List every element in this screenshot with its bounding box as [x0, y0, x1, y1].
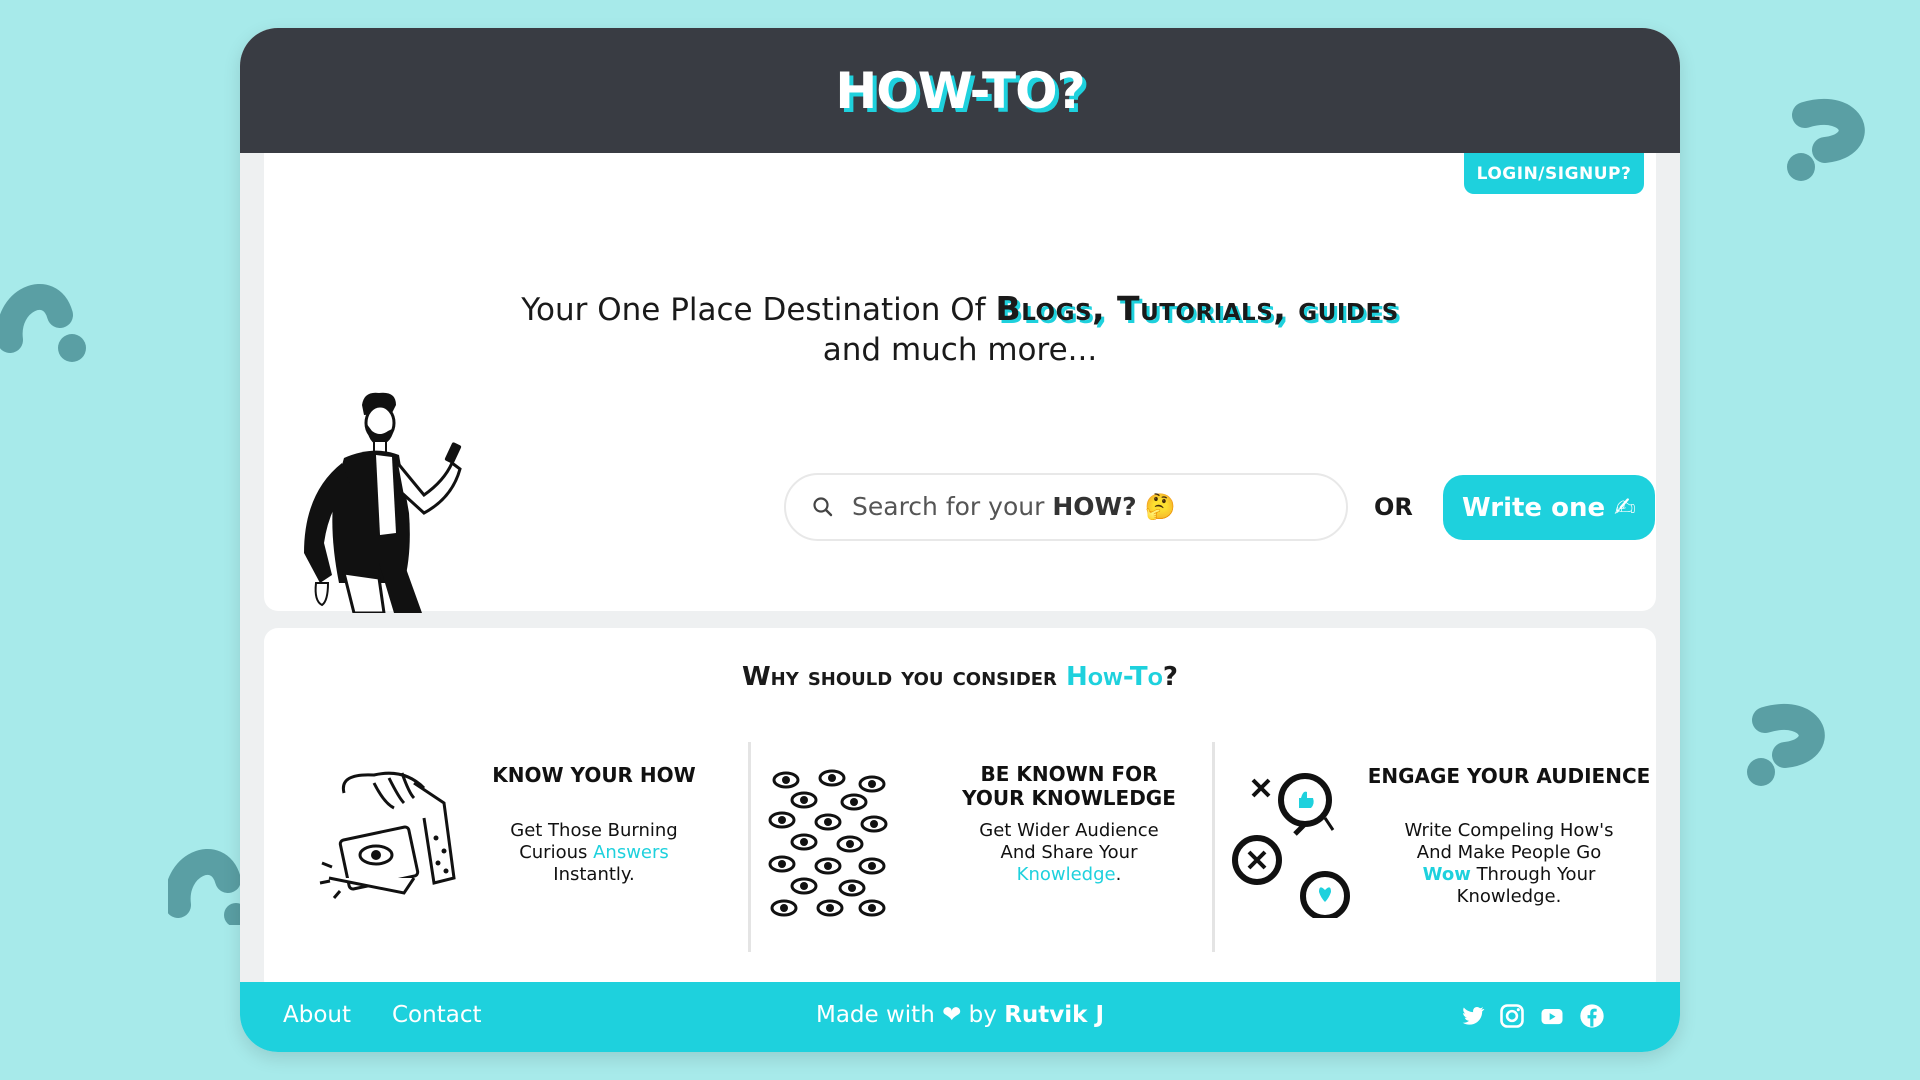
footer-bar: About Contact Made with ❤ by Rutvik J — [240, 982, 1680, 1052]
tagline-line2: and much more... — [822, 332, 1098, 368]
hero-tagline: Your One Place Destination Of Blogs, Tuto… — [264, 289, 1656, 370]
bg-question-mark-right-bottom — [1735, 700, 1835, 800]
hero-section: LOGIN/SIGNUP? Your One Place Destination… — [264, 153, 1656, 615]
feature-divider-2 — [1212, 742, 1215, 952]
feature-2-description: Get Wider Audience And Share Your Knowle… — [979, 820, 1159, 885]
bg-question-mark-right-top — [1775, 95, 1875, 195]
write-button-label: Write one — [1462, 492, 1606, 523]
bg-question-mark-left — [0, 270, 100, 370]
engagement-bubbles-illustration — [1229, 768, 1379, 922]
write-one-button[interactable]: Write one ✍ — [1443, 475, 1655, 540]
twitter-icon[interactable] — [1458, 1002, 1486, 1030]
youtube-icon[interactable] — [1538, 1002, 1566, 1030]
thinking-emoji-icon: 🤔 — [1144, 492, 1176, 521]
feature-divider-1 — [748, 742, 751, 952]
header-bar: HOW-TO? — [240, 28, 1680, 153]
search-icon — [813, 497, 833, 517]
person-illustration — [284, 383, 484, 617]
tagline-highlight: Blogs, Tutorials, guides — [995, 289, 1399, 328]
why-section-title: Why should you consider How-To? — [741, 662, 1179, 692]
instagram-icon[interactable] — [1498, 1002, 1526, 1030]
why-section: Why should you consider How-To? KNOW YOU… — [264, 628, 1656, 994]
feature-1-title: KNOW YOUR HOW — [492, 763, 696, 787]
author-name: Rutvik J — [1004, 1002, 1105, 1028]
or-label: OR — [1374, 493, 1413, 521]
feature-2-title: BE KNOWN FOR YOUR KNOWLEDGE — [962, 762, 1176, 810]
brand-logo[interactable]: HOW-TO? — [835, 62, 1085, 120]
facebook-icon[interactable] — [1578, 1002, 1606, 1030]
bg-question-mark-left-bottom — [168, 835, 248, 925]
tagline-text: Your One Place Destination Of — [521, 292, 986, 328]
login-signup-button[interactable]: LOGIN/SIGNUP? — [1464, 153, 1644, 194]
writing-hand-icon: ✍ — [1614, 492, 1636, 523]
search-input[interactable]: Search for your HOW? 🤔 — [784, 473, 1348, 541]
eyes-pattern-illustration — [764, 768, 894, 922]
heart-icon: ❤ — [942, 1002, 962, 1028]
feature-3-title: ENGAGE YOUR AUDIENCE — [1367, 764, 1651, 788]
search-placeholder: Search for your HOW? 🤔 — [852, 492, 1176, 521]
laptop-hand-illustration — [314, 763, 474, 907]
app-window: HOW-TO? LOGIN/SIGNUP? Your One Place Des… — [240, 28, 1680, 1052]
feature-1-description: Get Those Burning Curious Answers Instan… — [510, 820, 678, 885]
feature-3-description: Write Compeling How's And Make People Go… — [1404, 820, 1614, 907]
